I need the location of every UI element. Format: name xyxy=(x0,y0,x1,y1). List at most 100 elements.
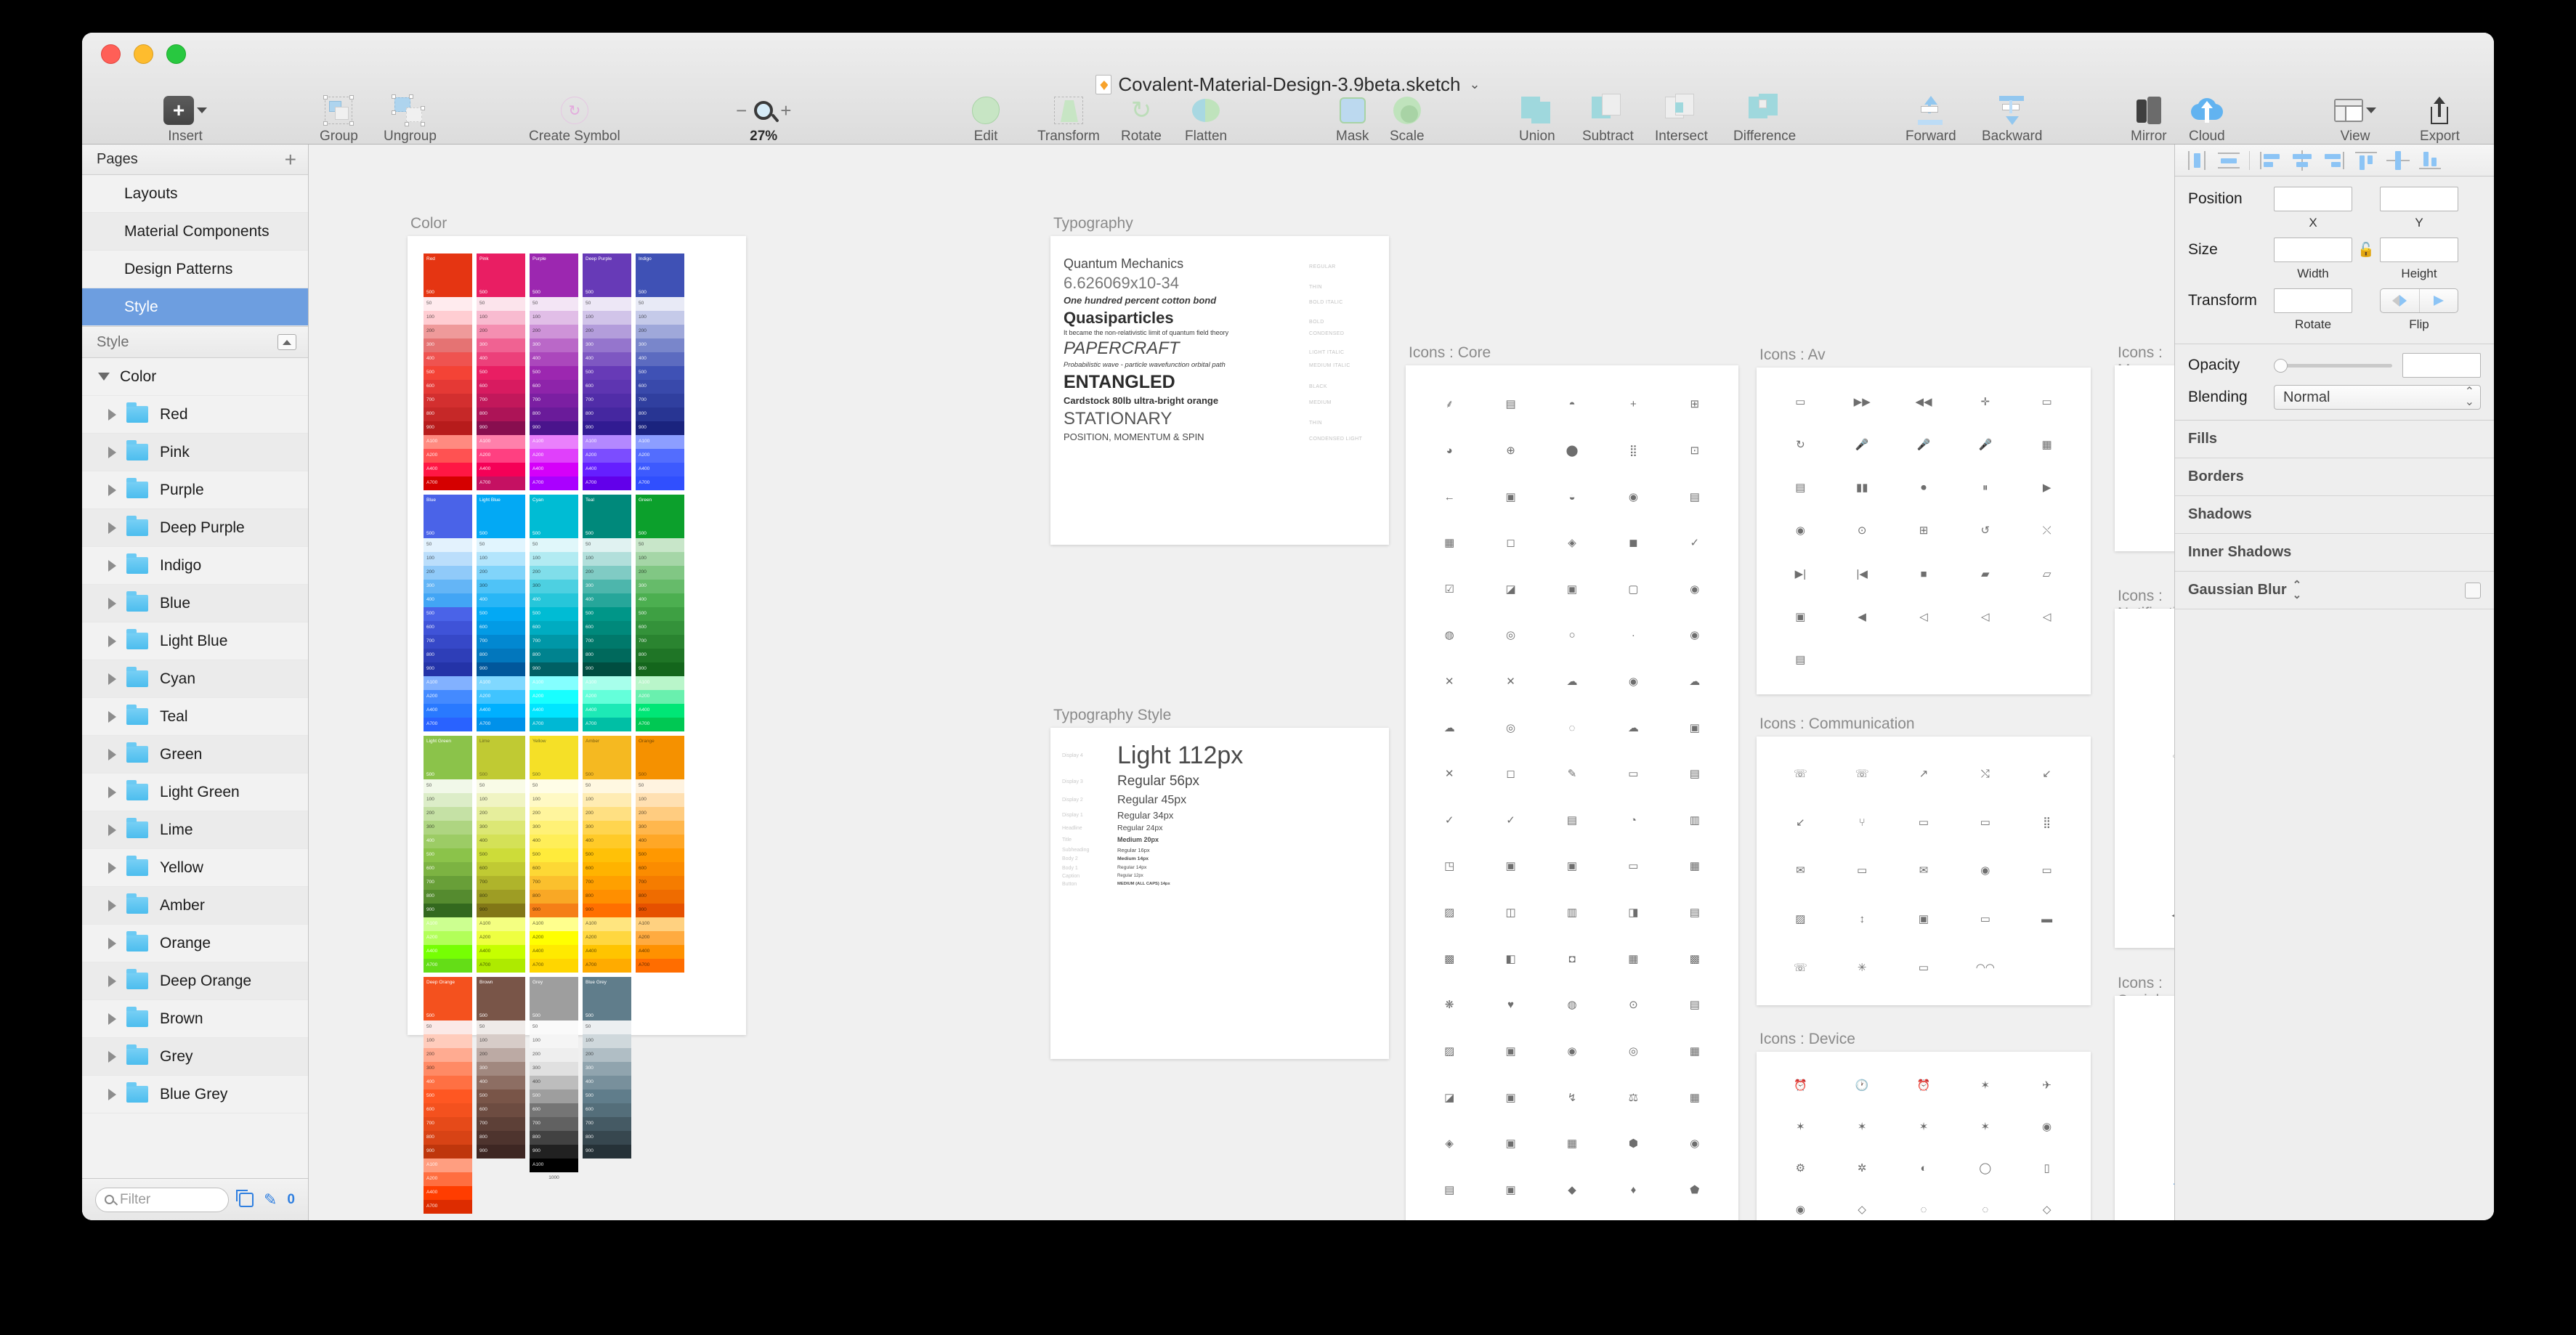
color-swatch[interactable]: 700 xyxy=(530,394,578,407)
zoom-in-button[interactable]: + xyxy=(780,100,791,122)
layer-row[interactable]: Deep Purple xyxy=(82,509,308,547)
color-swatch[interactable]: 300 xyxy=(636,821,684,835)
color-swatch[interactable]: 900 xyxy=(530,1145,578,1159)
color-swatch[interactable]: 400 xyxy=(530,593,578,607)
filter-input[interactable]: Filter xyxy=(95,1187,229,1212)
color-swatch[interactable]: 600 xyxy=(636,862,684,876)
color-swatch[interactable]: 400 xyxy=(583,593,631,607)
disclosure-triangle-icon[interactable] xyxy=(108,597,116,609)
lock-aspect-ratio-icon[interactable]: 🔓 xyxy=(2352,241,2380,259)
color-swatch[interactable]: 700 xyxy=(424,394,472,407)
color-swatch[interactable]: 400 xyxy=(424,352,472,366)
color-swatch[interactable]: A100 xyxy=(477,676,525,690)
material-icon[interactable]: ⊙ xyxy=(1629,999,1638,1010)
transform-button[interactable]: Transform xyxy=(1037,95,1100,145)
color-swatch[interactable]: 300 xyxy=(583,1062,631,1076)
material-icon[interactable]: ⣿ xyxy=(1629,445,1637,456)
artboard-icons-maps[interactable]: 🛡◈🚲▦▯▦✈▯➤📍◯⛰ xyxy=(2115,365,2174,551)
material-icon[interactable]: ♦ xyxy=(1631,1185,1637,1196)
material-icon[interactable]: ◁ xyxy=(1919,612,1928,622)
color-swatch[interactable]: 100 xyxy=(477,311,525,325)
color-swatch[interactable]: 900 xyxy=(477,1145,525,1159)
material-icon[interactable]: ▦ xyxy=(1690,861,1700,872)
color-swatch[interactable]: 100 xyxy=(477,793,525,807)
color-swatch[interactable]: A700 xyxy=(530,959,578,973)
material-icon[interactable]: ▥ xyxy=(1567,907,1577,918)
material-icon[interactable]: ◀◀ xyxy=(1915,397,1932,407)
material-icon[interactable]: ▦ xyxy=(1690,1046,1700,1057)
material-icon[interactable]: ↗ xyxy=(1919,768,1929,779)
color-swatch[interactable]: 600 xyxy=(583,1103,631,1117)
canvas[interactable]: Color Red 500 50 100 200 300 400 500 600 700 800 90… xyxy=(309,145,2174,1220)
material-icon[interactable]: ▨ xyxy=(1444,1046,1454,1057)
color-swatch[interactable]: A200 xyxy=(477,931,525,945)
material-icon[interactable]: 📍 xyxy=(2172,513,2174,524)
layer-row[interactable]: Blue xyxy=(82,585,308,622)
disclosure-triangle-icon[interactable] xyxy=(108,786,116,798)
color-swatch[interactable]: 900 xyxy=(530,662,578,676)
material-icon[interactable]: ▣ xyxy=(1567,861,1577,872)
color-swatch[interactable]: 500 xyxy=(477,848,525,862)
material-icon[interactable]: ☏ xyxy=(2172,753,2174,764)
material-icon[interactable]: ▭ xyxy=(1628,861,1638,872)
color-swatch[interactable]: 400 xyxy=(530,352,578,366)
material-icon[interactable]: ◨ xyxy=(1628,907,1638,918)
material-icon[interactable]: ◈ xyxy=(1568,537,1576,548)
color-swatch[interactable]: 900 xyxy=(424,1145,472,1159)
material-icon[interactable]: ■ xyxy=(1920,569,1927,580)
color-swatch[interactable]: 400 xyxy=(583,352,631,366)
material-icon[interactable]: ▨ xyxy=(1444,907,1454,918)
disclosure-triangle-icon[interactable] xyxy=(108,408,116,421)
artboard-icons-notification[interactable]: ▤✶✷⊘▭✉◔⚲▭☏☏☏▣▣▣▭↻▨↺▣▢◄▶▭◒ xyxy=(2115,609,2174,948)
material-icon[interactable]: 👤 xyxy=(2172,1174,2174,1185)
material-icon[interactable]: ↻ xyxy=(1796,439,1805,450)
material-icon[interactable]: ☏ xyxy=(1855,768,1869,779)
layer-row[interactable]: Light Green xyxy=(82,774,308,811)
disclosure-triangle-icon[interactable] xyxy=(108,1088,116,1100)
disclosure-triangle-icon[interactable] xyxy=(108,748,116,760)
color-swatch[interactable]: A200 xyxy=(530,690,578,704)
color-swatch[interactable]: 900 xyxy=(636,662,684,676)
color-swatch[interactable]: A400 xyxy=(477,463,525,476)
rotate-button[interactable]: ↻ Rotate xyxy=(1121,95,1162,145)
color-swatch[interactable]: A200 xyxy=(583,931,631,945)
material-icon[interactable]: ◘ xyxy=(1568,954,1575,965)
color-swatch[interactable]: 100 xyxy=(424,311,472,325)
color-swatch[interactable]: 50 xyxy=(583,779,631,793)
color-swatch[interactable]: 500 xyxy=(583,848,631,862)
material-icon[interactable]: ☁ xyxy=(1628,723,1639,734)
flatten-button[interactable]: Flatten xyxy=(1185,95,1227,145)
material-icon[interactable]: ▮▮ xyxy=(1856,482,1868,493)
backward-button[interactable]: Backward xyxy=(1982,95,2042,145)
material-icon[interactable]: ☁ xyxy=(1566,676,1577,687)
material-icon[interactable]: ◠◠ xyxy=(1976,962,1995,973)
create-symbol-button[interactable]: ↻ Create Symbol xyxy=(529,95,620,145)
color-swatch[interactable]: A100 xyxy=(424,917,472,931)
artboard-icons-core[interactable]: ⸙ ▤ ◓ + ⊞ ◕ ⊕ ⬤ ⣿ ⊡ ← ▣ ◒ ◉ ▤ ▦ ◻ ◈ ◼ ✓ ☑ ◪ ▣ ▢ ◉ ◍ ◎ ○ · ◉ ✕ ✕ ☁ ◉ ☁ ☁ ◎ ◌ ☁ ▣… xyxy=(1406,365,1738,1220)
material-icon[interactable]: ⸙ xyxy=(1446,399,1454,410)
color-swatch[interactable]: 600 xyxy=(530,380,578,394)
color-swatch[interactable]: 100 xyxy=(583,793,631,807)
color-swatch[interactable]: A200 xyxy=(530,449,578,463)
color-swatch[interactable]: A100 xyxy=(530,1159,578,1172)
disclosure-triangle-icon[interactable] xyxy=(108,635,116,647)
material-icon[interactable]: ☏ xyxy=(1794,962,1807,973)
material-icon[interactable]: ▤ xyxy=(1444,1185,1454,1196)
color-swatch[interactable]: 50 xyxy=(424,1020,472,1034)
material-icon[interactable]: ▭ xyxy=(1919,817,1929,828)
artboard-color[interactable]: Red 500 50 100 200 300 400 500 600 700 800 900 A100 A… xyxy=(408,236,746,1214)
color-swatch[interactable]: A100 xyxy=(636,917,684,931)
color-swatch[interactable]: 700 xyxy=(583,1117,631,1131)
color-swatch[interactable]: 100 xyxy=(530,1034,578,1048)
color-swatch[interactable]: 800 xyxy=(424,649,472,662)
color-swatch[interactable]: A700 xyxy=(477,476,525,490)
material-icon[interactable]: ▤ xyxy=(1690,768,1700,779)
color-swatch[interactable]: 400 xyxy=(636,593,684,607)
color-swatch[interactable]: 900 xyxy=(636,421,684,435)
material-icon[interactable]: ✉ xyxy=(1796,865,1805,876)
color-swatch[interactable]: 50 xyxy=(583,538,631,552)
color-swatch[interactable]: 50 xyxy=(477,1020,525,1034)
material-icon[interactable]: ☏ xyxy=(1794,768,1807,779)
material-icon[interactable]: ◍ xyxy=(1445,630,1454,641)
color-swatch[interactable]: 800 xyxy=(530,1131,578,1145)
